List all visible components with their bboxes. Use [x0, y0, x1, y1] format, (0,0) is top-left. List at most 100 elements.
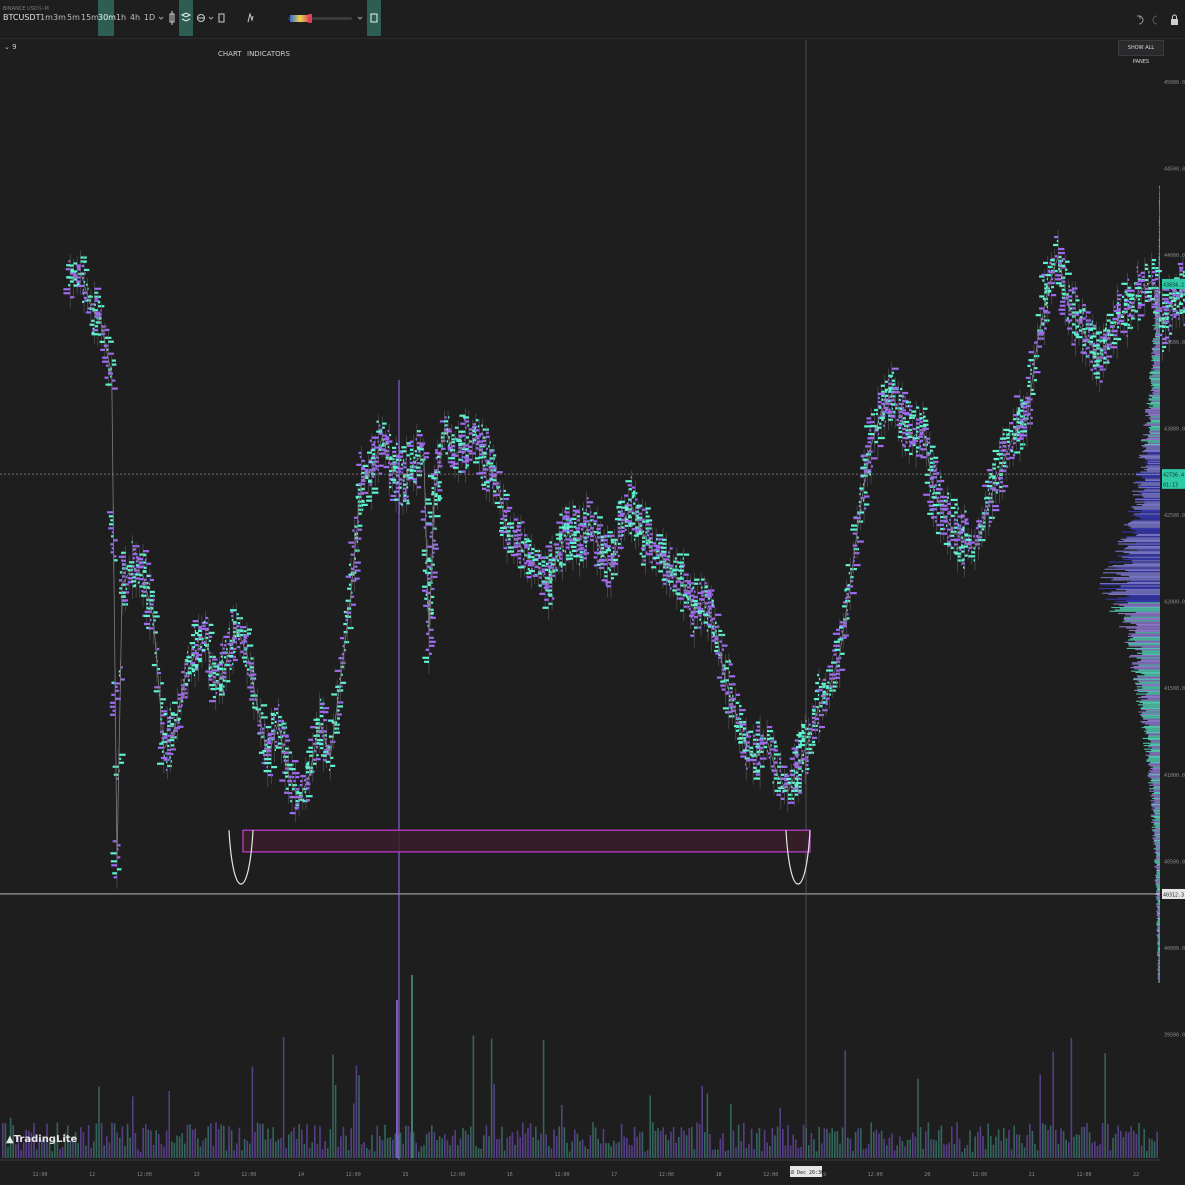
footprint-bar	[282, 727, 286, 730]
footprint-bar	[792, 751, 799, 754]
footprint-bar	[617, 546, 624, 549]
layers-icon[interactable]	[179, 0, 193, 36]
profile-bar	[1130, 667, 1160, 669]
footprint-bar	[424, 660, 429, 663]
footprint-bar	[272, 716, 275, 720]
footprint-bar	[716, 676, 722, 679]
footprint-bar	[650, 533, 653, 536]
footprint-bar	[198, 648, 202, 651]
volume-bar	[280, 1137, 282, 1158]
footprint-bar	[529, 556, 532, 559]
profile-bar	[1140, 440, 1160, 442]
footprint-bar	[947, 502, 951, 506]
chevron-down-icon[interactable]	[157, 0, 165, 36]
volume-bar	[893, 1150, 896, 1158]
chevron-down-icon[interactable]	[356, 0, 364, 36]
timeframe-30m[interactable]: 30m	[98, 0, 116, 36]
footprint-bar	[526, 576, 532, 579]
footprint-bar	[431, 491, 435, 494]
footprint-bar	[822, 709, 828, 712]
volume-bar	[854, 1131, 857, 1158]
profile-bar	[1141, 658, 1160, 660]
profile-bar	[1153, 817, 1160, 819]
timeframe-15m[interactable]: 15m	[81, 0, 99, 36]
slider-knob[interactable]	[308, 14, 312, 23]
volume-bar	[930, 1139, 932, 1158]
footprint-bar	[486, 489, 490, 492]
footprint-bar	[414, 482, 417, 485]
footprint-bar	[871, 465, 874, 468]
footprint-bar	[1084, 343, 1086, 346]
footprint-bar	[160, 698, 166, 701]
profile-bar	[1159, 230, 1160, 232]
profile-bar	[1142, 687, 1160, 689]
footprint-bar	[767, 726, 773, 729]
profile-bar	[1147, 719, 1160, 721]
volume-bar	[353, 1103, 355, 1158]
volume-bar	[691, 1127, 693, 1158]
timeframe-4h[interactable]: 4h	[129, 0, 141, 36]
undo-redo-lock-icons[interactable]	[1135, 13, 1181, 27]
footprint-bar	[459, 434, 466, 437]
profile-bar	[1127, 635, 1160, 637]
footprint-bar	[1080, 316, 1083, 319]
footprint-bar	[1081, 320, 1083, 323]
timeframe-3m[interactable]: 3m	[53, 0, 66, 36]
settings-icon[interactable]	[367, 0, 381, 36]
volume-bar	[1156, 1131, 1158, 1158]
footprint-bar	[1047, 293, 1050, 297]
footprint-bar	[348, 563, 351, 566]
profile-bar	[1136, 515, 1160, 517]
footprint-bar	[524, 544, 528, 547]
volume-bar	[181, 1133, 183, 1158]
footprint-bar	[740, 755, 747, 758]
footprint-bar	[193, 664, 199, 667]
footprint-bar	[316, 754, 319, 757]
footprint-bar	[282, 751, 289, 754]
timeframe-1d[interactable]: 1D	[143, 0, 156, 36]
indicators-button[interactable]: INDICATORS	[247, 0, 290, 58]
footprint-bar	[874, 408, 878, 412]
heatmap-color-slider[interactable]	[288, 14, 352, 23]
chart-button[interactable]: CHART	[218, 0, 244, 58]
footprint-bar	[241, 656, 247, 659]
footprint-bar	[422, 589, 428, 592]
volume-bar	[392, 1139, 394, 1158]
volume-bar	[215, 1122, 217, 1158]
volume-bar	[345, 1135, 347, 1158]
price-chart[interactable]: 45000.0044500.0044000.0043500.0043000.00…	[0, 38, 1185, 1185]
candle-type-icon[interactable]	[167, 0, 177, 36]
footprint-bar	[516, 525, 521, 528]
footprint-bar	[1065, 319, 1073, 322]
footprint-bar	[247, 632, 252, 635]
profile-bar	[1138, 491, 1160, 493]
footprint-bar	[1122, 295, 1125, 298]
timeframe-1h[interactable]: 1h	[115, 0, 127, 36]
support-zone[interactable]	[242, 829, 811, 853]
profile-bar	[1155, 827, 1160, 829]
footprint-bar	[276, 711, 279, 715]
footprint-bar	[933, 456, 939, 459]
grid-icon[interactable]	[196, 0, 206, 36]
symbol-selector[interactable]: BINANCE USDⓈ-M BTCUSDT	[3, 5, 49, 22]
profile-bar	[1151, 397, 1160, 399]
volume-bar	[472, 1035, 475, 1158]
price-label: 43834.2	[1163, 282, 1184, 288]
chevron-down-icon[interactable]	[207, 0, 215, 36]
footprint-bar	[1075, 299, 1080, 302]
footprint-bar	[694, 615, 698, 619]
footprint-bar	[1075, 295, 1079, 298]
footprint-bar	[220, 643, 223, 646]
volume-bar	[376, 1125, 378, 1158]
footprint-bar	[929, 489, 932, 492]
profile-bar	[1150, 421, 1160, 423]
footprint-bar	[640, 563, 646, 566]
timeframe-5m[interactable]: 5m	[67, 0, 80, 36]
footprint-bar	[799, 777, 802, 781]
footprint-bar	[196, 668, 199, 671]
footprint-bar	[1120, 330, 1128, 333]
timeframe-1m[interactable]: 1m	[40, 0, 53, 36]
footprint-bar	[493, 467, 497, 470]
footprint-bar	[500, 517, 504, 521]
footprint-bar	[853, 516, 861, 520]
